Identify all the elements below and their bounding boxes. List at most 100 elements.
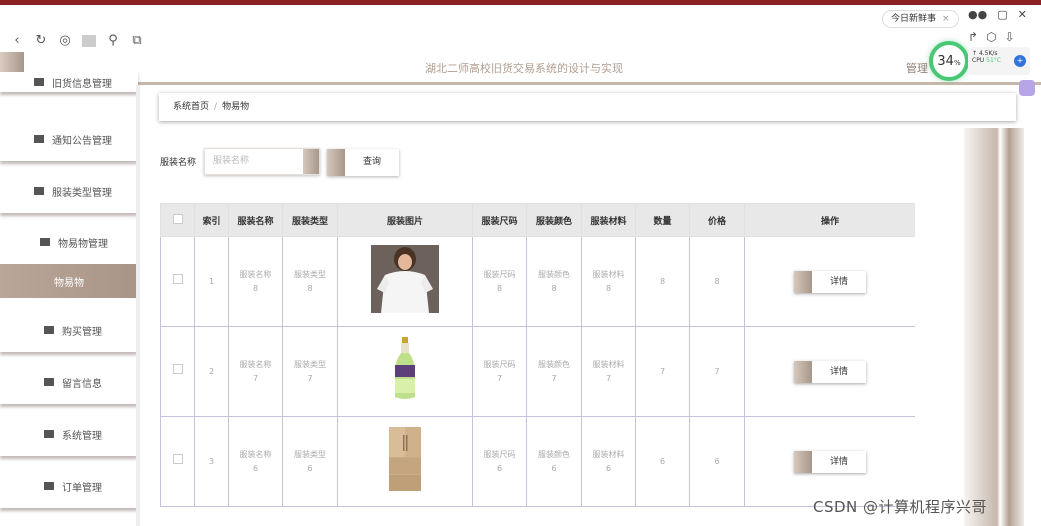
download-icon[interactable]: ⇩ xyxy=(1005,30,1015,44)
net-speed-value: 4.5K/s xyxy=(978,50,998,57)
type-num: 6 xyxy=(307,463,313,473)
column-header: 服装图片 xyxy=(337,203,473,237)
row-checkbox[interactable] xyxy=(172,454,183,464)
type-cell: 服装类型 7 xyxy=(282,326,338,417)
share-icon[interactable]: ↱ xyxy=(968,30,978,44)
name-cell: 服装名称 7 xyxy=(228,326,283,417)
news-tab-label: 今日新鲜事 xyxy=(891,14,937,24)
size-num: 6 xyxy=(496,463,503,473)
size-num: 8 xyxy=(496,283,503,293)
sidebar-item-old-goods[interactable]: 旧货信息管理 xyxy=(0,72,138,92)
sidebar-item-messages[interactable]: 留言信息 xyxy=(0,360,138,404)
mascot-icon: ●● xyxy=(968,8,988,21)
extension-icon[interactable] xyxy=(1019,80,1035,96)
material-cell: 服装材料 7 xyxy=(581,326,636,417)
input-accent xyxy=(303,149,319,174)
close-window-icon[interactable]: ✕ xyxy=(1018,8,1027,21)
size-cell: 服装尺码 7 xyxy=(472,326,527,417)
table-row: 1 服装名称 8 服装类型 8 服装尺码 8 服装颜色 8 服装材料 8 8 8… xyxy=(160,236,915,327)
sidebar-item-label: 订单管理 xyxy=(62,482,102,494)
color-num: 8 xyxy=(551,283,557,293)
detail-button-label: 详情 xyxy=(829,456,848,467)
name-num: 6 xyxy=(252,463,259,473)
sidebar-item-notice[interactable]: 通知公告管理 xyxy=(0,117,138,161)
color-cell: 服装颜色 7 xyxy=(526,326,582,417)
breadcrumb-current: 物易物 xyxy=(222,102,250,112)
nav-divider xyxy=(82,34,96,47)
cpu-usage-ring[interactable]: 34% xyxy=(929,41,969,81)
query-button[interactable]: 查询 xyxy=(327,149,399,176)
table-row: 3 服装名称 6 服装类型 6 服装尺码 6 服装颜色 6 服装材料 6 6 6… xyxy=(160,416,915,507)
index-cell: 3 xyxy=(194,416,229,507)
qty-cell: 8 xyxy=(635,236,690,327)
column-header: 服装名称 xyxy=(228,203,283,237)
maximize-icon[interactable]: ▢ xyxy=(997,8,1007,21)
globe-icon[interactable]: ◎ xyxy=(58,33,72,48)
type-cell: 服装类型 6 xyxy=(282,416,338,507)
row-checkbox-cell xyxy=(160,416,195,507)
app-window: ‹ ↻ ◎ ⚲ ⧉ 今日新鲜事 × ●● ▢ ✕ ↱ ⬡ ⇩ 湖北二师高校旧货交易… xyxy=(0,0,1041,526)
color-cell: 服装颜色 6 xyxy=(526,416,582,507)
breadcrumb-home[interactable]: 系统首页 xyxy=(173,102,209,112)
sidebar-item-orders[interactable]: 订单管理 xyxy=(0,464,138,508)
row-checkbox[interactable] xyxy=(172,364,183,374)
plus-badge-icon[interactable]: + xyxy=(1014,55,1026,67)
sidebar-item-label: 购买管理 xyxy=(62,326,102,338)
sidebar-scrollbar[interactable] xyxy=(136,85,140,526)
sidebar-item-barter[interactable]: 物易物 xyxy=(0,264,138,298)
material-text: 服装材料 xyxy=(592,269,625,279)
select-all-checkbox[interactable] xyxy=(172,213,183,224)
material-text: 服装材料 xyxy=(592,449,625,459)
sidebar-item-label: 系统管理 xyxy=(62,430,102,442)
grid-icon xyxy=(34,135,44,143)
news-tab[interactable]: 今日新鲜事 × xyxy=(882,10,959,28)
cpu-label: CPU xyxy=(972,57,985,64)
color-num: 7 xyxy=(551,373,557,383)
button-accent xyxy=(794,270,812,293)
cpu-percent: 34 xyxy=(937,53,954,69)
header-checkbox[interactable] xyxy=(160,203,195,237)
column-header: 服装材料 xyxy=(581,203,636,237)
sidebar-item-label: 服装类型管理 xyxy=(52,187,112,199)
column-header: 服装尺码 xyxy=(472,203,527,237)
cube-icon[interactable]: ⬡ xyxy=(986,30,996,44)
detail-button[interactable]: 详情 xyxy=(794,360,866,383)
browser-right-tools: ↱ ⬡ ⇩ xyxy=(968,30,1015,44)
qty-cell: 7 xyxy=(635,326,690,417)
image-cell xyxy=(337,416,473,507)
size-text: 服装尺码 xyxy=(483,449,516,459)
material-num: 8 xyxy=(605,283,612,293)
sidebar-item-purchase[interactable]: 购买管理 xyxy=(0,308,138,352)
name-cell: 服装名称 6 xyxy=(228,416,283,507)
refresh-icon[interactable]: ↻ xyxy=(34,33,48,48)
button-accent xyxy=(794,360,812,383)
detail-button[interactable]: 详情 xyxy=(794,270,866,293)
sidebar-item-label: 物易物 xyxy=(54,277,84,289)
bottle-photo xyxy=(395,337,415,399)
column-header: 价格 xyxy=(689,203,745,237)
material-cell: 服装材料 6 xyxy=(581,416,636,507)
color-cell: 服装颜色 8 xyxy=(526,236,582,327)
watermark: CSDN @计算机程序兴哥 xyxy=(813,498,988,516)
back-icon[interactable]: ‹ xyxy=(10,33,24,48)
detail-button[interactable]: 详情 xyxy=(794,450,866,473)
search-label: 服装名称 xyxy=(160,158,197,168)
type-num: 7 xyxy=(307,373,313,383)
row-checkbox-cell xyxy=(160,236,195,327)
name-text: 服装名称 xyxy=(239,359,272,369)
search-input[interactable]: 服装名称 xyxy=(204,148,320,175)
link-icon[interactable]: ⚲ xyxy=(106,33,120,48)
decorative-side-panel xyxy=(964,128,1024,526)
breadcrumb: 系统首页 / 物易物 xyxy=(159,93,1016,121)
column-header: 数量 xyxy=(635,203,690,237)
sidebar-item-barter-manage[interactable]: 物易物管理 xyxy=(0,220,138,264)
detail-button-label: 详情 xyxy=(829,276,848,287)
copy-icon[interactable]: ⧉ xyxy=(130,33,144,48)
row-checkbox[interactable] xyxy=(172,274,183,284)
sidebar-item-system[interactable]: 系统管理 xyxy=(0,412,138,456)
admin-label[interactable]: 管理 xyxy=(906,60,928,76)
tab-close-icon[interactable]: × xyxy=(942,14,950,24)
size-text: 服装尺码 xyxy=(483,269,516,279)
sidebar-item-clothing-type[interactable]: 服装类型管理 xyxy=(0,169,138,213)
price-cell: 8 xyxy=(689,236,745,327)
